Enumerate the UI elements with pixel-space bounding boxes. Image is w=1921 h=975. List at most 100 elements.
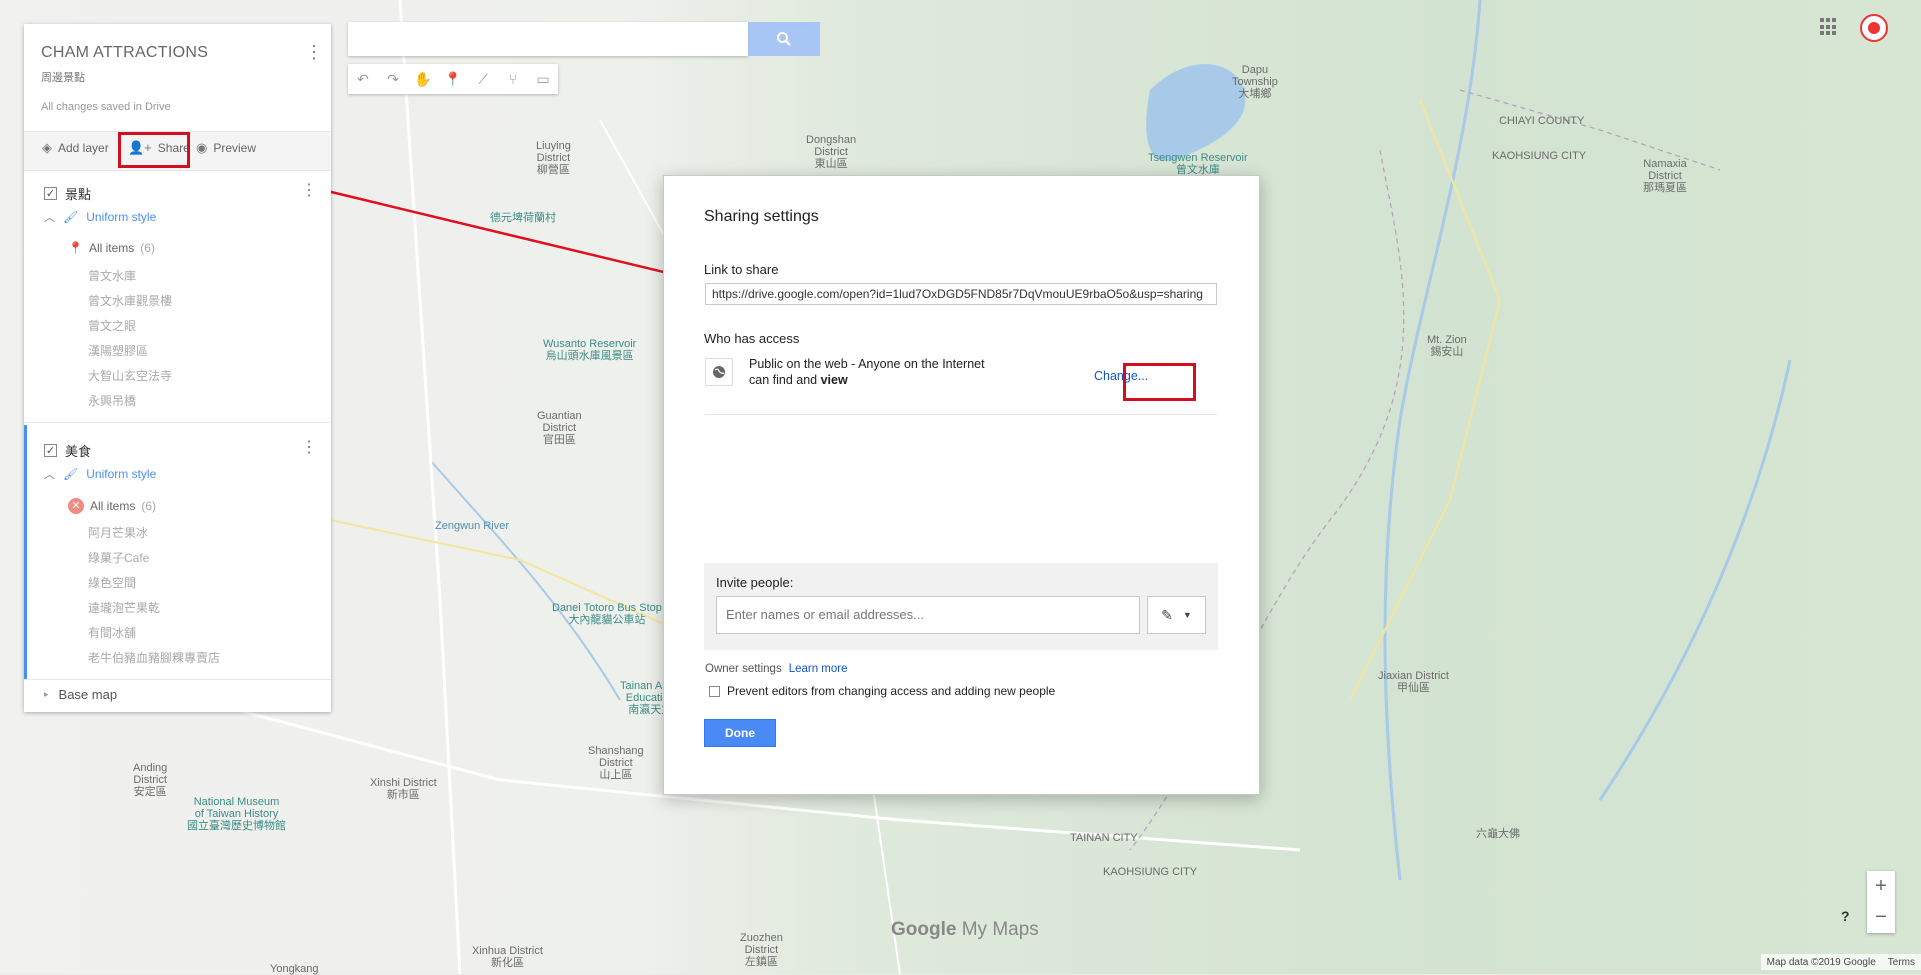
map-place-label[interactable]: KAOHSIUNG CITY [1492,150,1586,162]
directions-icon[interactable]: ⑂ [498,64,528,94]
layer-visibility-checkbox[interactable]: ✓ [44,444,57,457]
list-item[interactable]: 阿月芒果冰 [88,524,148,541]
map-place-label[interactable]: Dongshan District 東山區 [806,134,856,170]
done-button[interactable]: Done [704,719,776,747]
link-label: Link to share [704,262,779,277]
prevent-editors-label[interactable]: Prevent editors from changing access and… [727,684,1055,698]
list-item[interactable]: 綠菓子Cafe [88,549,149,566]
map-place-label[interactable]: Xinhua District 新化區 [472,945,543,969]
map-place-label[interactable]: Zuozhen District 左鎮區 [740,932,783,968]
list-item[interactable]: 有間冰舖 [88,624,136,641]
list-item[interactable]: 遠瓏泡芒果乾 [88,599,160,616]
layer-style-link[interactable]: ︿ 🖌 Uniform style [44,466,156,482]
ruler-icon[interactable]: ▭ [528,64,558,94]
pin-icon[interactable]: 📍 [68,241,83,255]
layer-options-icon[interactable]: ⋮ [301,437,317,457]
collapse-icon[interactable]: ︿ [44,466,55,482]
list-item[interactable]: 曾文水庫 [88,267,136,284]
help-icon[interactable]: ? [1841,908,1857,926]
map-place-label[interactable]: Anding District 安定區 [133,762,167,798]
map-place-label[interactable]: National Museum of Taiwan History 國立臺灣歷史… [187,796,286,832]
map-place-label[interactable]: Mt. Zion 錫安山 [1427,334,1467,358]
map-options-icon[interactable]: ⋮ [305,40,323,64]
map-place-label[interactable]: Wusanto Reservoir 烏山頭水庫風景區 [543,338,636,362]
list-item[interactable]: 曾文之眼 [88,317,136,334]
map-place-label[interactable]: 德元埤荷蘭村 [490,212,556,224]
map-place-label[interactable]: Shanshang District 山上區 [588,745,644,781]
prevent-editors-checkbox[interactable] [709,685,720,697]
map-place-label[interactable]: Xinshi District 新市區 [370,777,437,801]
layer-name[interactable]: 美食 [65,441,91,460]
layer-style-link[interactable]: ︿ 🖌 Uniform style [44,209,156,225]
avatar[interactable] [1860,14,1888,42]
map-description[interactable]: 周邊景點 [41,69,85,85]
preview-button[interactable]: ◉ Preview [196,140,256,156]
owner-settings: Owner settings Learn more [705,663,848,675]
map-place-label[interactable]: Dapu Township 大埔鄉 [1232,64,1278,100]
map-footer: Map data ©2019 Google Terms [1760,954,1921,970]
list-item[interactable]: 永興吊橋 [88,392,136,409]
list-item[interactable]: 曾文水庫觀景樓 [88,292,172,309]
cross-icon[interactable]: ✕ [68,498,84,514]
map-title[interactable]: CHAM ATTRACTIONS [41,44,208,62]
permission-dropdown[interactable]: ✎ ▼ [1147,596,1206,634]
search-icon [777,32,791,46]
change-highlight-box [1123,363,1196,401]
layer-name[interactable]: 景點 [65,184,91,203]
expand-icon[interactable]: ▸ [44,689,49,700]
map-place-label[interactable]: Guantian District 官田區 [537,410,582,446]
layer-visibility-checkbox[interactable]: ✓ [44,187,57,200]
undo-icon[interactable]: ↶ [348,64,378,94]
all-items-row[interactable]: 📍 All items (6) [68,241,155,255]
map-place-label[interactable]: Tsengwen Reservoir 曾文水庫 [1148,152,1248,176]
layers-icon: ◈ [42,140,52,155]
divider [24,422,331,423]
map-place-label[interactable]: Danei Totoro Bus Stop 大內龍貓公車站 [552,602,662,626]
marker-icon[interactable]: 📍 [438,64,468,94]
prevent-editors-option[interactable]: Prevent editors from changing access and… [709,684,1055,698]
item-count: (6) [141,499,157,513]
active-layer-indicator [24,425,27,679]
map-place-label[interactable]: Zengwun River [435,520,509,532]
paint-roller-icon: 🖌 [63,467,79,481]
map-place-label[interactable]: Liuying District 柳營區 [536,140,571,176]
hand-icon[interactable]: ✋ [408,64,438,94]
share-highlight-box [118,132,190,168]
layer-2-header[interactable]: ✓ 美食 [44,441,91,460]
map-place-label[interactable]: Yongkang [270,963,319,975]
map-data-attribution: Map data ©2019 Google [1766,956,1876,968]
list-item[interactable]: 綠色空間 [88,574,136,591]
chevron-down-icon: ▼ [1182,610,1192,620]
zoom-out-button[interactable]: − [1867,902,1895,933]
layer-options-icon[interactable]: ⋮ [301,180,317,200]
layer-1-header[interactable]: ✓ 景點 [44,184,91,203]
map-toolbar: ↶ ↷ ✋ 📍 ⟋ ⑂ ▭ [348,64,558,94]
map-place-label[interactable]: CHIAYI COUNTY [1499,115,1584,127]
base-map-row[interactable]: ▸ Base map [44,687,117,702]
map-place-label[interactable]: 六龜大佛 [1476,828,1520,840]
terms-link[interactable]: Terms [1888,957,1915,968]
draw-line-icon[interactable]: ⟋ [468,64,498,94]
access-line-1: Public on the web - Anyone on the Intern… [749,357,985,371]
collapse-icon[interactable]: ︿ [44,209,55,225]
all-items-row[interactable]: ✕ All items (6) [68,498,156,514]
list-item[interactable]: 大智山玄空法寺 [88,367,172,384]
list-item[interactable]: 漢陽塑膠區 [88,342,148,359]
all-items-label: All items [88,241,135,255]
add-layer-label: Add layer [58,141,109,155]
learn-more-link[interactable]: Learn more [789,663,848,675]
share-link-field[interactable]: https://drive.google.com/open?id=1lud7Ox… [705,283,1217,305]
redo-icon[interactable]: ↷ [378,64,408,94]
add-layer-button[interactable]: ◈ Add layer [42,140,109,156]
map-place-label[interactable]: KAOHSIUNG CITY [1103,866,1197,878]
search-button[interactable] [748,22,820,56]
map-place-label[interactable]: Namaxia District 那瑪夏區 [1643,158,1687,194]
google-wordmark: Google [891,919,957,940]
map-place-label[interactable]: Jiaxian District 甲仙區 [1378,670,1449,694]
search-input[interactable] [348,22,748,56]
apps-grid-icon[interactable] [1820,18,1838,36]
list-item[interactable]: 老牛伯豬血豬腳粿專賣店 [88,649,220,666]
zoom-in-button[interactable]: + [1867,871,1895,902]
map-place-label[interactable]: TAINAN CITY [1070,832,1138,844]
invite-email-field[interactable]: Enter names or email addresses... [716,596,1140,634]
